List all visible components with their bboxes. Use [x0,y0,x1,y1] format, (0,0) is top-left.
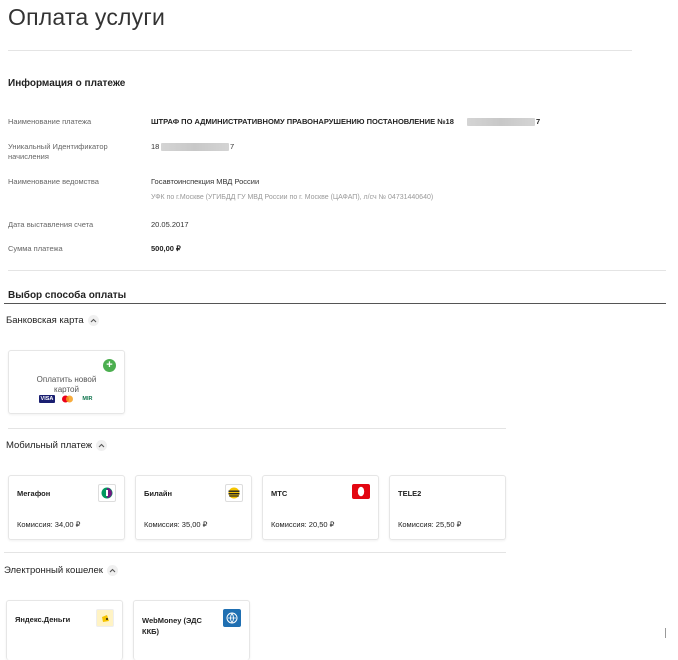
card-logos: VISA MIR [9,390,124,408]
page-title: Оплата услуги [8,4,166,30]
bank-card-toggle[interactable]: Банковская карта [6,315,99,326]
uin-label-line2: начисления [8,152,49,161]
divider [4,552,506,553]
mobile-payment-title: Мобильный платеж [6,440,93,451]
new-card-line1: Оплатить новой [36,375,97,384]
operator-card-mts[interactable]: МТС Комиссия: 20,50 ₽ [262,475,379,540]
agency-value: Госавтоинспекция МВД России [151,177,260,186]
uin-label: Уникальный Идентификатор начисления [8,142,108,162]
payment-name-label: Наименование платежа [8,117,92,126]
wallet-name-line1: WebMoney (ЭДС [142,616,202,625]
uin-suffix: 7 [230,142,235,151]
chevron-up-icon [96,440,108,451]
operator-name: Билайн [144,489,173,498]
divider [8,50,632,51]
operator-fee: Комиссия: 25,50 ₽ [398,520,462,529]
operator-fee: Комиссия: 34,00 ₽ [17,520,81,529]
date-value: 20.05.2017 [151,220,189,229]
uin-value: 18 [151,142,160,151]
redacted-block [467,118,535,126]
plus-icon: + [103,359,116,372]
mts-icon [352,484,370,499]
payment-name-suffix: 7 [536,117,541,126]
mobile-payment-toggle[interactable]: Мобильный платеж [6,440,108,451]
chevron-up-icon [87,315,99,326]
operator-card-tele2[interactable]: TELE2 Комиссия: 25,50 ₽ [389,475,506,540]
divider [4,303,666,304]
megafon-icon [98,484,116,502]
operator-name: МТС [271,489,288,498]
beeline-icon [225,484,243,502]
divider [8,270,666,271]
operator-fee: Комиссия: 35,00 ₽ [144,520,208,529]
new-card-button[interactable]: + Оплатить новой картой VISA MIR [8,350,125,414]
divider [8,428,506,429]
redacted-block [161,143,229,151]
info-heading: Информация о платеже [8,78,126,89]
agency-label: Наименование ведомства [8,177,99,186]
amount-value: 500,00 ₽ [151,244,181,253]
wallet-name: Яндекс.Деньги [15,615,71,624]
bank-card-title: Банковская карта [6,315,84,326]
payment-name-text: ШТРАФ ПО АДМИНИСТРАТИВНОМУ ПРАВОНАРУШЕНИ… [151,117,454,126]
operator-fee: Комиссия: 20,50 ₽ [271,520,335,529]
operator-name: Мегафон [17,489,51,498]
wallet-name-line2: ККБ) [142,627,160,636]
payment-method-heading: Выбор способа оплаты [8,290,127,301]
uin-label-line1: Уникальный Идентификатор [8,142,108,151]
webmoney-icon [223,609,241,627]
yandex-money-icon [96,609,114,627]
wallet-card-yandex[interactable]: Яндекс.Деньги [6,600,123,660]
payment-name-value: ШТРАФ ПО АДМИНИСТРАТИВНОМУ ПРАВОНАРУШЕНИ… [151,117,454,127]
operator-name: TELE2 [398,489,422,498]
mir-logo: MIR [82,396,93,402]
wallet-toggle[interactable]: Электронный кошелек [4,565,118,576]
wallet-title: Электронный кошелек [4,565,103,576]
mastercard-logo [61,390,74,408]
amount-label: Сумма платежа [8,244,63,253]
agency-sub: УФК по г.Москве (УГИБДД ГУ МВД России по… [151,194,434,201]
wallet-name: WebMoney (ЭДС ККБ) [142,615,202,637]
operator-card-megafon[interactable]: Мегафон Комиссия: 34,00 ₽ [8,475,125,540]
date-label: Дата выставления счета [8,220,94,229]
chevron-up-icon [106,565,118,576]
scroll-indicator [665,628,666,638]
wallet-card-webmoney[interactable]: WebMoney (ЭДС ККБ) [133,600,250,660]
operator-card-beeline[interactable]: Билайн Комиссия: 35,00 ₽ [135,475,252,540]
visa-logo: VISA [38,395,56,403]
